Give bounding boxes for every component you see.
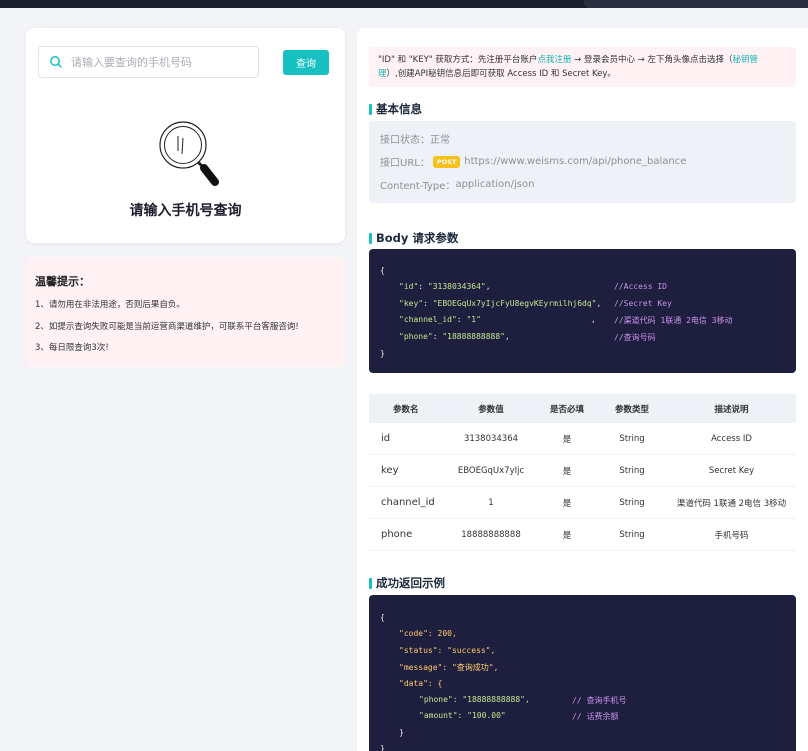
notice-text: "ID" 和 "KEY" 获取方式：先注册平台账户 — [378, 55, 538, 65]
section-basic-info: 基本信息 — [369, 101, 422, 117]
credential-notice: "ID" 和 "KEY" 获取方式：先注册平台账户点我注册 → 登录会员中心 →… — [369, 47, 796, 87]
section-title: 基本信息 — [376, 102, 422, 116]
phone-search-field[interactable] — [38, 46, 259, 78]
notice-text: ）,创建API秘钥信息后即可获取 Access ID 和 Secret Key。 — [386, 69, 616, 79]
query-button[interactable]: 查询 — [283, 50, 329, 75]
tips-card: 温馨提示： 1、请勿用在非法用途，否则后果自负。 2、如提示查询失败可能是当前运… — [26, 257, 345, 367]
basic-info-box: 接口状态： 正常 接口URL： POST https://www.weisms.com… — [369, 121, 796, 203]
table-row: key EBOEGqUx7yIjc 是 String Secret Key — [369, 455, 796, 487]
section-title: Body 请求参数 — [376, 231, 459, 245]
tip-item: 2、如提示查询失败可能是当前运营商渠道维护，可联系平台客服咨询! — [35, 322, 299, 332]
key-management-link[interactable]: 理 — [378, 69, 387, 79]
table-row: channel_id 1 是 String 渠道代码 1联通 2电信 3移动 — [369, 487, 796, 519]
section-success-example: 成功返回示例 — [369, 575, 445, 591]
content-type-row: Content-Type： application/json — [380, 179, 535, 192]
key-management-link[interactable]: 秘钥管 — [733, 55, 759, 65]
section-body-params: Body 请求参数 — [369, 230, 458, 246]
notice-text: → 登录会员中心 → 左下角头像点击选择（ — [571, 55, 733, 65]
api-doc-card: "ID" 和 "KEY" 获取方式：先注册平台账户点我注册 → 登录会员中心 →… — [357, 28, 808, 751]
register-link[interactable]: 点我注册 — [537, 55, 571, 65]
api-url: https://www.weisms.com/api/phone_balance — [464, 156, 687, 167]
table-row: phone 18888888888 是 String 手机号码 — [369, 519, 796, 551]
phone-search-input[interactable] — [71, 55, 251, 69]
response-code-block: { "code": 200, "status": "success", "mes… — [369, 595, 796, 751]
tip-item: 3、每日限查询3次! — [35, 343, 109, 353]
url-row: 接口URL： POST https://www.weisms.com/api/pho… — [380, 155, 687, 169]
post-method-badge: POST — [432, 155, 461, 168]
tips-title: 温馨提示： — [35, 275, 90, 288]
top-nav-segment — [584, 0, 808, 8]
tip-item: 1、请勿用在非法用途，否则后果自负。 — [35, 300, 185, 310]
table-row: id 3138034364 是 String Access ID — [369, 423, 796, 455]
magnifier-illustration-icon — [159, 121, 219, 186]
request-code-block: { "id": "3138034364", //Access ID "key":… — [369, 249, 796, 373]
status-row: 接口状态： 正常 — [380, 135, 450, 146]
table-header: 参数名 参数值 是否必填 参数类型 描述说明 — [369, 394, 796, 423]
search-card: 查询 请输入手机号查询 — [26, 28, 345, 243]
params-table: 参数名 参数值 是否必填 参数类型 描述说明 id 3138034364 是 Stri… — [369, 394, 796, 551]
search-icon — [50, 56, 62, 68]
section-title: 成功返回示例 — [376, 576, 445, 590]
top-nav-bar — [0, 0, 808, 8]
empty-state-title: 请输入手机号查询 — [129, 203, 242, 219]
